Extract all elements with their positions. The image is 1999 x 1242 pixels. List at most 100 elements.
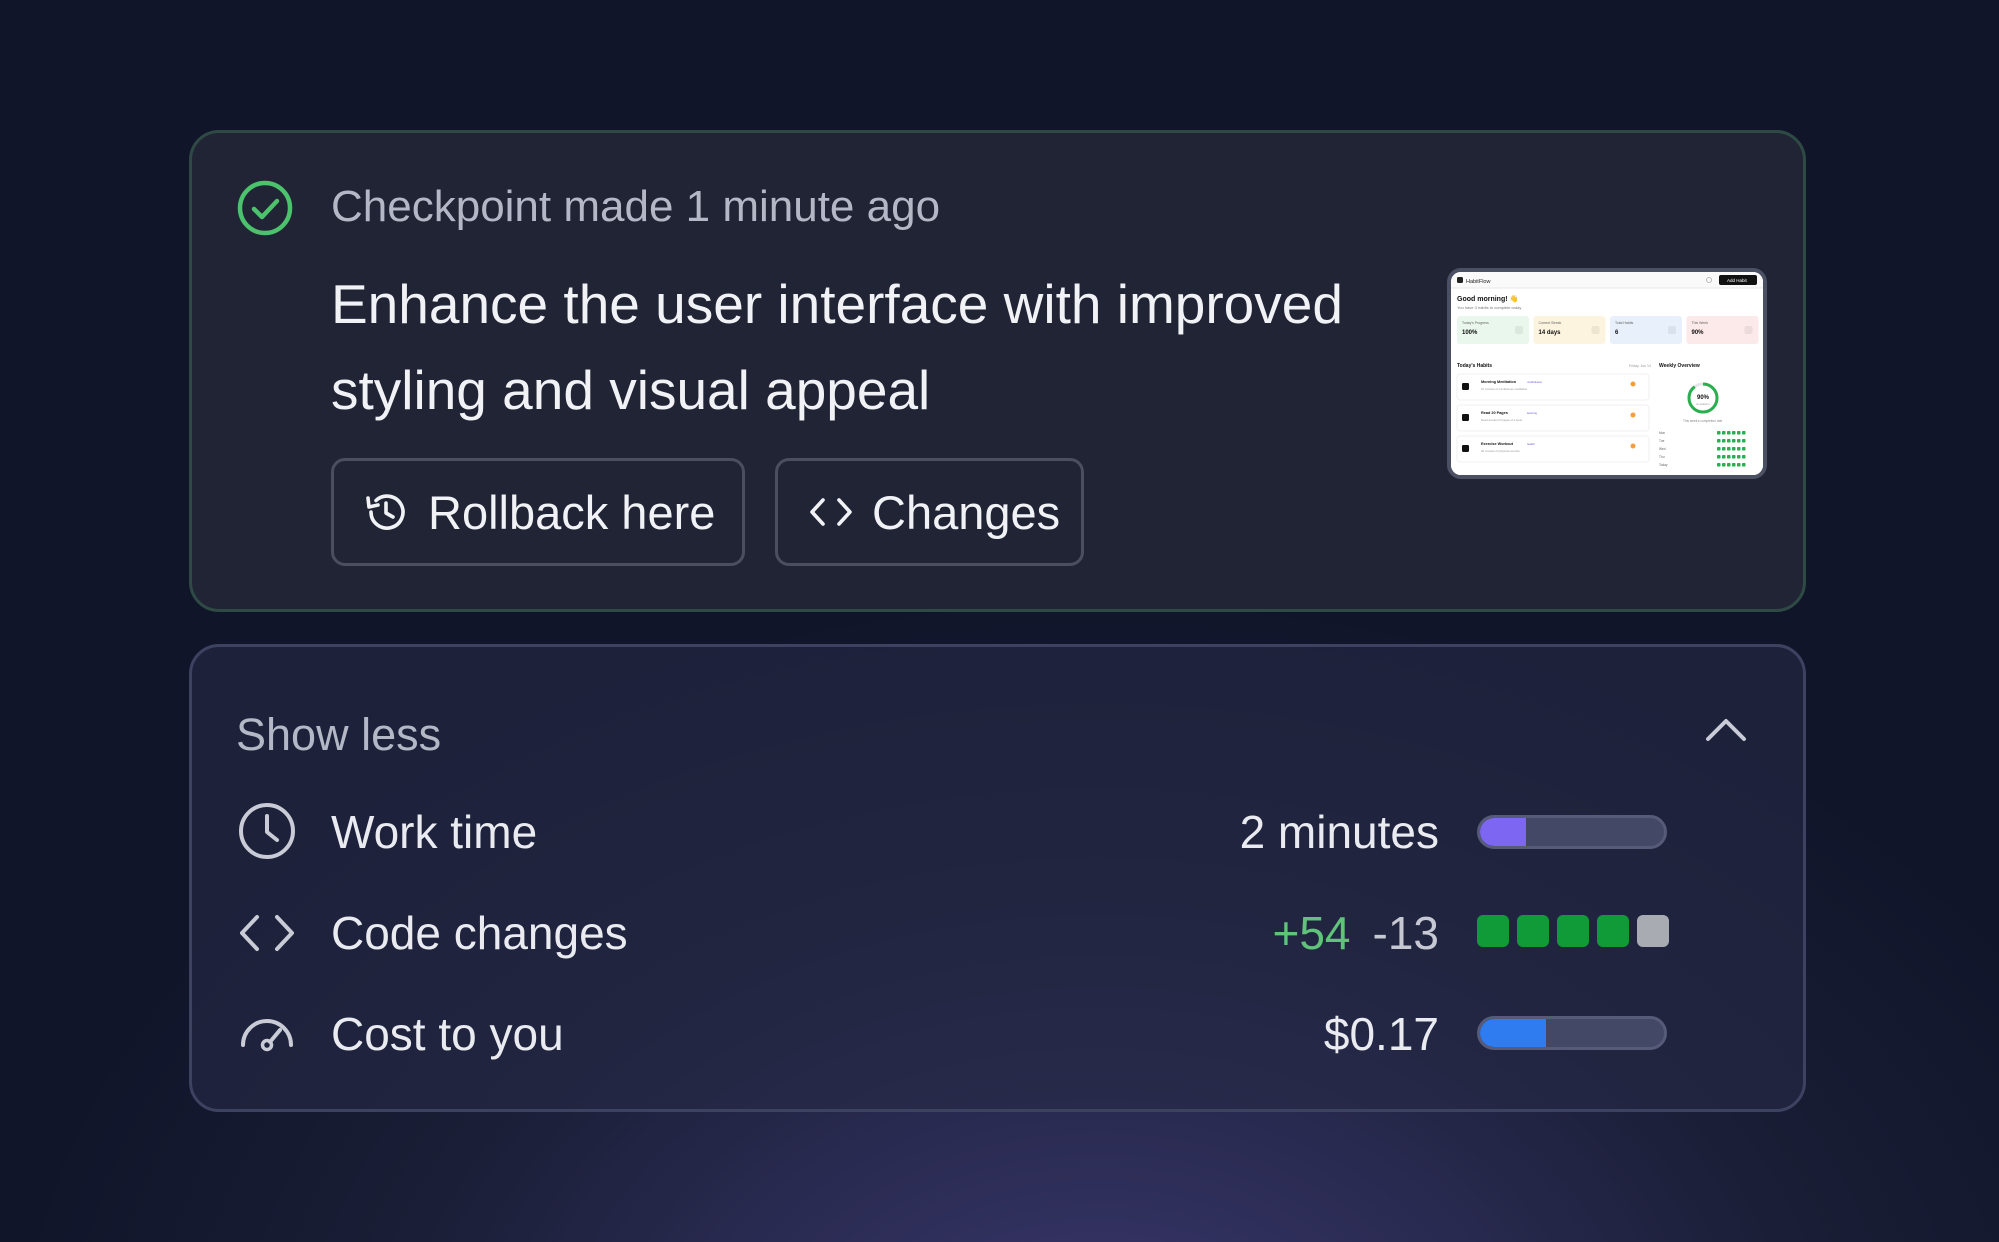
rollback-button[interactable]: Rollback here xyxy=(331,458,745,566)
code-changes-label: Code changes xyxy=(331,907,628,959)
thumb-stat-icon xyxy=(1744,326,1753,334)
thumb-habit-list: Morning Meditation mindfulness 10 minutes … xyxy=(1456,373,1650,463)
thumb-day-dot xyxy=(1722,455,1726,459)
thumb-day-dot xyxy=(1722,463,1726,467)
thumb-habit-name: Exercise Workout xyxy=(1481,442,1514,446)
lines-added: +54 xyxy=(1272,907,1351,959)
thumb-stat-icon xyxy=(1591,326,1600,334)
stats-card: Show less Work time 2 minutes Code chang… xyxy=(189,644,1806,1112)
work-time-bar xyxy=(1477,815,1667,849)
thumb-day-dot xyxy=(1737,439,1741,443)
thumb-streak-icon xyxy=(1630,381,1636,387)
thumb-stat-icon xyxy=(1668,326,1676,334)
thumb-day-dot xyxy=(1727,447,1731,451)
thumb-stat-label: Total Habits xyxy=(1615,321,1634,325)
change-block xyxy=(1517,915,1549,947)
thumb-habit-tag: health xyxy=(1527,442,1535,446)
thumb-list-title: Today's Habits xyxy=(1457,363,1492,369)
thumb-stat-value: 100% xyxy=(1462,330,1478,336)
changes-label: Changes xyxy=(872,485,1061,539)
thumb-greeting: Good morning! 👋 xyxy=(1457,294,1518,303)
thumb-day-label: Today xyxy=(1659,463,1668,467)
thumb-habit-desc: 30 minutes of physical exercise xyxy=(1481,449,1520,453)
thumb-day-dot xyxy=(1717,439,1721,443)
thumb-habit-desc: Read at least 20 pages of a book xyxy=(1481,418,1523,422)
thumb-overview-title: Weekly Overview xyxy=(1659,363,1700,369)
cost-label: Cost to you xyxy=(331,1008,564,1060)
thumb-day-dot xyxy=(1742,439,1746,443)
show-less-toggle[interactable]: Show less xyxy=(236,705,441,765)
thumb-day-label: Tue xyxy=(1659,439,1665,443)
thumb-day-dot xyxy=(1717,431,1721,435)
thumb-checkbox xyxy=(1462,383,1469,390)
change-block xyxy=(1637,915,1669,947)
thumb-overview-caption: This week's completion rate xyxy=(1683,419,1722,423)
cost-bar xyxy=(1477,1016,1667,1050)
thumb-habit-tag: mindfulness xyxy=(1527,380,1543,384)
checkpoint-card: Checkpoint made 1 minute ago Enhance the… xyxy=(189,130,1806,612)
code-icon xyxy=(810,498,852,526)
cost-bar-fill xyxy=(1480,1019,1547,1047)
change-block xyxy=(1477,915,1509,947)
thumb-subtitle: You have 3 habits to complete today xyxy=(1457,305,1521,310)
thumb-day-dot xyxy=(1727,439,1731,443)
thumb-day-dot xyxy=(1742,455,1746,459)
thumb-day-dot xyxy=(1737,463,1741,467)
thumb-list-date: Friday, Jun 14 xyxy=(1629,364,1651,368)
thumb-day-label: Mon xyxy=(1659,431,1665,435)
change-block xyxy=(1597,915,1629,947)
work-time-bar-fill xyxy=(1480,818,1526,846)
thumb-checkbox xyxy=(1462,445,1469,452)
thumb-stat-label: This Week xyxy=(1692,321,1709,325)
thumb-app-name: HabitFlow xyxy=(1466,279,1490,285)
code-icon xyxy=(240,915,294,951)
thumb-day-dot xyxy=(1717,455,1721,459)
thumb-stat-label: Current Streak xyxy=(1539,321,1562,325)
thumb-habit-name: Morning Meditation xyxy=(1481,380,1517,384)
thumb-day-dot xyxy=(1717,447,1721,451)
thumb-button: Add Habit xyxy=(1727,278,1748,283)
thumb-day-dot xyxy=(1727,463,1731,467)
checkpoint-thumbnail[interactable]: HabitFlow Add Habit Good morning! 👋 You … xyxy=(1447,268,1767,479)
thumb-day-dot xyxy=(1737,455,1741,459)
thumb-day-dot xyxy=(1722,439,1726,443)
thumb-day-dot xyxy=(1732,439,1736,443)
thumb-ring-caption: completion xyxy=(1696,402,1710,406)
work-time-value: 2 minutes xyxy=(1239,806,1439,858)
thumb-day-dot xyxy=(1742,463,1746,467)
thumb-day-dot xyxy=(1727,431,1731,435)
changes-button[interactable]: Changes xyxy=(775,458,1084,566)
thumb-day-label: Wed xyxy=(1659,447,1666,451)
thumb-day-dot xyxy=(1742,447,1746,451)
thumb-day-dot xyxy=(1732,447,1736,451)
thumb-day-dot xyxy=(1722,447,1726,451)
thumb-day-dot xyxy=(1717,463,1721,467)
gauge-icon xyxy=(241,1019,293,1052)
code-changes-value: +54 -13 xyxy=(1272,903,1439,963)
thumb-day-dot xyxy=(1737,431,1741,435)
thumb-stat-value: 90% xyxy=(1692,330,1705,336)
thumb-day-dot xyxy=(1732,455,1736,459)
chevron-up-icon[interactable] xyxy=(1701,709,1751,749)
cost-value: $0.17 xyxy=(1323,1008,1439,1060)
thumb-day-dot xyxy=(1732,463,1736,467)
thumb-day-label: Thu xyxy=(1659,455,1665,459)
thumb-stat-value: 14 days xyxy=(1539,330,1562,336)
history-icon xyxy=(366,494,405,530)
thumb-habit-name: Read 20 Pages xyxy=(1481,411,1508,415)
change-block xyxy=(1557,915,1589,947)
check-circle-icon xyxy=(237,180,293,236)
code-change-blocks xyxy=(1477,915,1669,947)
thumb-day-dot xyxy=(1737,447,1741,451)
rollback-label: Rollback here xyxy=(428,485,716,539)
lines-removed: -13 xyxy=(1372,907,1439,959)
thumb-day-dot xyxy=(1722,431,1726,435)
thumb-ring-value: 90% xyxy=(1697,395,1710,401)
clock-icon xyxy=(239,803,295,859)
thumb-day-dot xyxy=(1742,431,1746,435)
thumb-day-dot xyxy=(1727,455,1731,459)
checkpoint-title: Enhance the user interface with improved… xyxy=(331,273,1343,421)
thumb-streak-icon xyxy=(1630,443,1636,449)
thumb-stat-icon xyxy=(1515,326,1523,334)
work-time-label: Work time xyxy=(331,806,538,858)
